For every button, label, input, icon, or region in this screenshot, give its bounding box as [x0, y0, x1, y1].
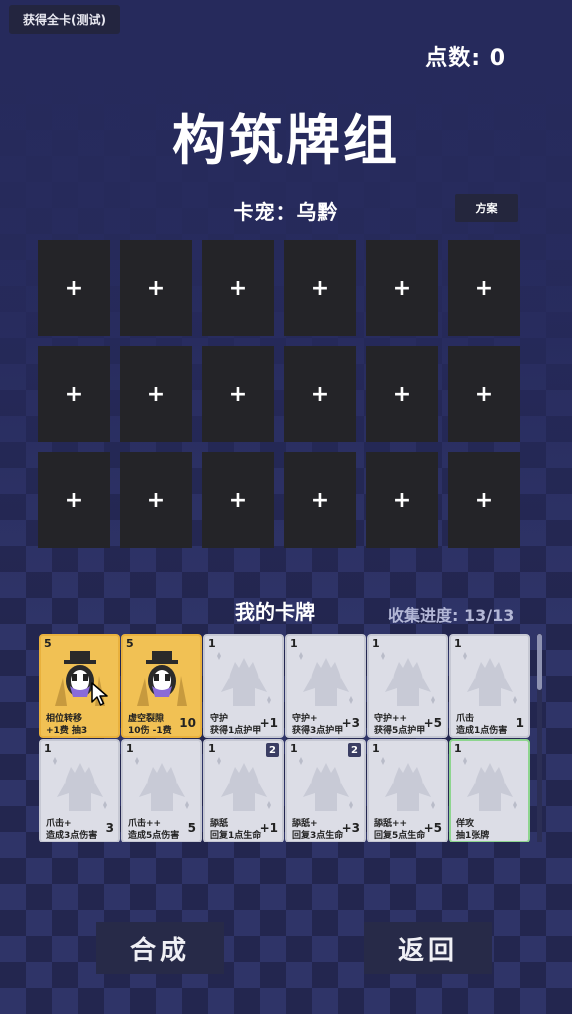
card-art-silhouette-icon — [49, 753, 111, 813]
card-value: +5 — [423, 821, 442, 835]
card-art-wizard-icon — [131, 648, 193, 708]
collection-card[interactable]: 1 守护+ 获得3点护甲 +3 — [285, 634, 366, 738]
collection-card[interactable]: 1 守护 获得1点护甲 +1 — [203, 634, 284, 738]
card-description: 获得3点护甲 — [292, 726, 344, 736]
page-title: 构筑牌组 — [172, 109, 400, 172]
card-description: 造成1点伤害 — [456, 726, 508, 736]
collection-card[interactable]: 5 虚空裂隙 10伤 -1费 10 — [121, 634, 202, 738]
back-button[interactable]: 返回 — [364, 922, 492, 974]
card-value: 1 — [515, 716, 524, 730]
deck-slot[interactable]: + — [366, 452, 438, 548]
card-description: 抽1张牌 — [456, 831, 490, 841]
mouse-cursor-icon — [91, 682, 108, 706]
deck-slot[interactable]: + — [120, 240, 192, 336]
card-description: 回复1点生命 — [210, 831, 262, 841]
card-value: +1 — [259, 716, 278, 730]
card-art-silhouette-icon — [377, 753, 439, 813]
deck-slot[interactable]: + — [38, 346, 110, 442]
deck-slot[interactable]: + — [448, 240, 520, 336]
collection-progress: 收集进度: 13/13 — [388, 606, 515, 625]
card-art-silhouette-icon — [213, 648, 275, 708]
deck-slot[interactable]: + — [38, 452, 110, 548]
card-description: 回复5点生命 — [374, 831, 426, 841]
deck-slot[interactable]: + — [366, 240, 438, 336]
collection-card[interactable]: 1 爪击 造成1点伤害 1 — [449, 634, 530, 738]
card-art-silhouette-icon — [377, 648, 439, 708]
deck-slot[interactable]: + — [284, 346, 356, 442]
deck-slot[interactable]: + — [120, 346, 192, 442]
scrollbar-thumb[interactable] — [537, 634, 542, 690]
card-value: 10 — [179, 716, 196, 730]
card-art-silhouette-icon — [295, 753, 357, 813]
collection-card[interactable]: 1 2 舔舐+ 回复3点生命 +3 — [285, 739, 366, 842]
card-collection[interactable]: 5 相位转移 +1费 抽3 5 虚空裂隙 10伤 -1费 10 1 守护 获得1点护甲 +1 1 守护+… — [39, 634, 544, 842]
deck-slot[interactable]: + — [202, 346, 274, 442]
deck-slot[interactable]: + — [284, 240, 356, 336]
collection-card[interactable]: 1 佯攻 抽1张牌 — [449, 739, 530, 842]
card-value: +3 — [341, 821, 360, 835]
card-pet-label: 卡宠：乌黔 — [233, 200, 339, 224]
compose-button[interactable]: 合成 — [96, 922, 224, 974]
card-value: 3 — [105, 821, 114, 835]
deck-slot[interactable]: + — [120, 452, 192, 548]
get-all-cards-test-button[interactable]: 获得全卡(测试) — [9, 5, 120, 34]
card-description: 10伤 -1费 — [128, 726, 172, 736]
card-description: 获得5点护甲 — [374, 726, 426, 736]
plan-button[interactable]: 方案 — [455, 194, 518, 222]
deck-slot[interactable]: + — [448, 452, 520, 548]
card-art-silhouette-icon — [459, 753, 521, 813]
points-display: 点数: 0 — [425, 46, 506, 71]
card-grid: 5 相位转移 +1费 抽3 5 虚空裂隙 10伤 -1费 10 1 守护 获得1点护甲 +1 1 守护+… — [39, 634, 544, 842]
collection-card[interactable]: 1 舔舐++ 回复5点生命 +5 — [367, 739, 448, 842]
deck-slot[interactable]: + — [202, 240, 274, 336]
card-value: 5 — [187, 821, 196, 835]
card-value: +1 — [259, 821, 278, 835]
deck-grid: + + + + + + + + + + + + + + + + + + — [38, 240, 522, 548]
card-art-silhouette-icon — [295, 648, 357, 708]
card-value: +3 — [341, 716, 360, 730]
deck-slot[interactable]: + — [448, 346, 520, 442]
card-art-silhouette-icon — [459, 648, 521, 708]
card-description: 获得1点护甲 — [210, 726, 262, 736]
collection-card[interactable]: 1 守护++ 获得5点护甲 +5 — [367, 634, 448, 738]
card-value: +5 — [423, 716, 442, 730]
card-description: 回复3点生命 — [292, 831, 344, 841]
collection-card[interactable]: 1 2 舔舐 回复1点生命 +1 — [203, 739, 284, 842]
card-description: +1费 抽3 — [46, 726, 88, 736]
card-description: 造成3点伤害 — [46, 831, 98, 841]
card-art-silhouette-icon — [213, 753, 275, 813]
card-art-silhouette-icon — [131, 753, 193, 813]
my-cards-title: 我的卡牌 — [235, 600, 315, 624]
deck-slot[interactable]: + — [366, 346, 438, 442]
collection-card[interactable]: 1 爪击++ 造成5点伤害 5 — [121, 739, 202, 842]
collection-scrollbar[interactable] — [537, 634, 542, 842]
deck-slot[interactable]: + — [284, 452, 356, 548]
deck-slot[interactable]: + — [202, 452, 274, 548]
card-description: 造成5点伤害 — [128, 831, 180, 841]
collection-card[interactable]: 1 爪击+ 造成3点伤害 3 — [39, 739, 120, 842]
deck-slot[interactable]: + — [38, 240, 110, 336]
